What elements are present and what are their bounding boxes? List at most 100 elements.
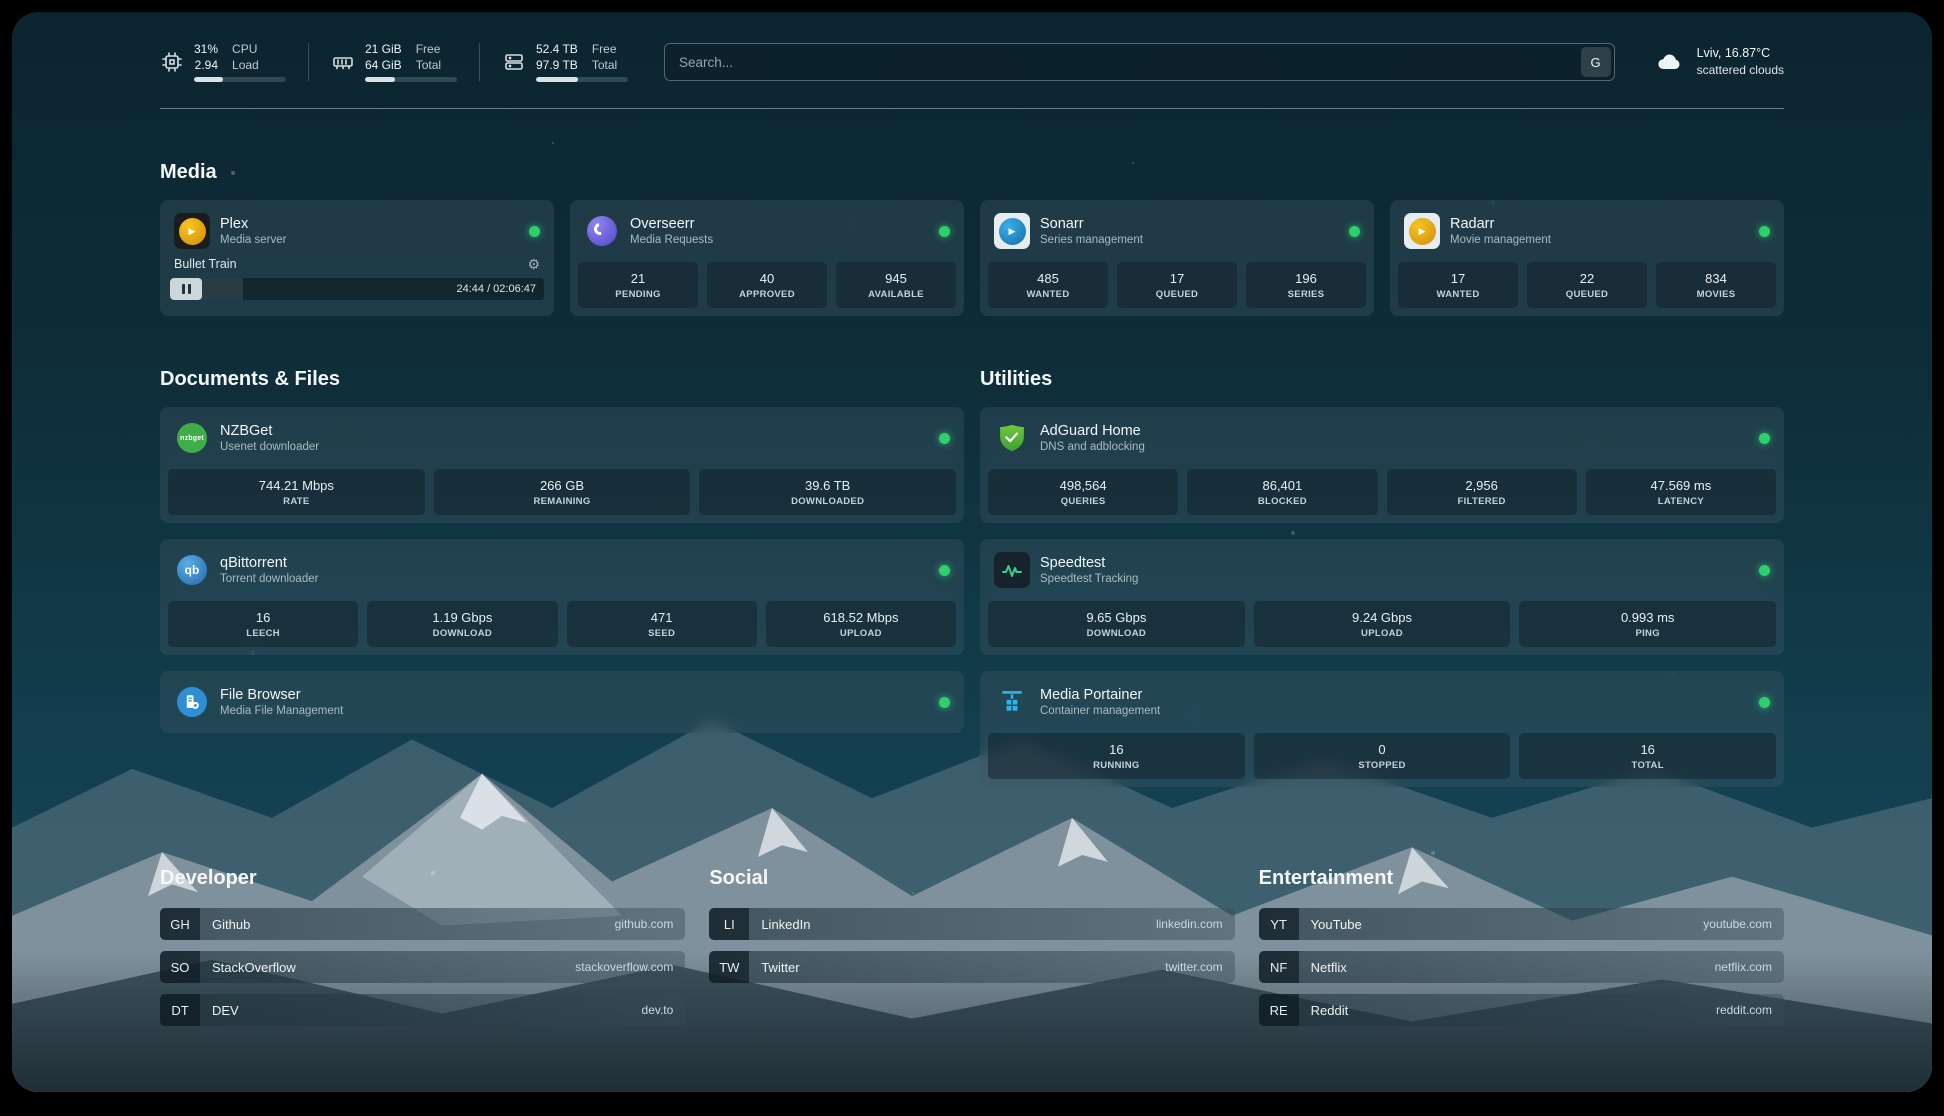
bookmark-reddit[interactable]: RE Reddit reddit.com (1259, 994, 1784, 1026)
search-bar: G (664, 43, 1615, 81)
nzbget-icon[interactable]: nzbget (174, 420, 210, 456)
service-desc-qbittorrent: Torrent downloader (220, 573, 318, 585)
bookmark-name: StackOverflow (200, 960, 296, 975)
service-desc-nzbget: Usenet downloader (220, 441, 319, 453)
stat-queued: 17 QUEUED (1117, 262, 1237, 308)
service-name-portainer[interactable]: Media Portainer (1040, 687, 1160, 703)
bookmark-twitter[interactable]: TW Twitter twitter.com (709, 951, 1234, 983)
stat-seed: 471 SEED (567, 601, 757, 647)
service-name-adguard[interactable]: AdGuard Home (1040, 423, 1145, 439)
status-dot (529, 226, 540, 237)
service-card-overseerr: Overseerr Media Requests 21 PENDING 40 A… (570, 200, 964, 316)
bookmark-stackoverflow[interactable]: SO StackOverflow stackoverflow.com (160, 951, 685, 983)
bookmark-abbr: RE (1259, 994, 1299, 1026)
service-name-nzbget[interactable]: NZBGet (220, 423, 319, 439)
stat-stopped: 0 STOPPED (1254, 733, 1511, 779)
service-name-plex[interactable]: Plex (220, 216, 286, 232)
bookmark-abbr: TW (709, 951, 749, 983)
memory-progress-track (365, 77, 457, 82)
stat-upload: 618.52 Mbps UPLOAD (766, 601, 956, 647)
radarr-icon[interactable]: ▶ (1404, 213, 1440, 249)
bookmark-abbr: SO (160, 951, 200, 983)
bookmark-group-developer: Developer GH Github github.com SO StackO… (160, 811, 685, 1037)
gear-icon[interactable]: ⚙ (527, 257, 540, 271)
cpu-icon (160, 50, 184, 74)
disk-icon (502, 50, 526, 74)
disk-widget: 52.4 TB 97.9 TB Free Total (502, 42, 628, 82)
service-desc-portainer: Container management (1040, 705, 1160, 717)
adguard-icon[interactable] (994, 420, 1030, 456)
service-name-sonarr[interactable]: Sonarr (1040, 216, 1143, 232)
topbar-divider (308, 43, 309, 81)
weather-widget: Lviv, 16.87°C scattered clouds (1651, 45, 1784, 79)
stat-series: 196 SERIES (1246, 262, 1366, 308)
top-bar: 31% 2.94 CPU Load (12, 12, 1932, 82)
memory-progress-fill (365, 77, 395, 82)
speedtest-icon[interactable] (994, 552, 1030, 588)
stat-latency: 47.569 ms LATENCY (1586, 469, 1776, 515)
overseerr-icon[interactable] (584, 213, 620, 249)
bookmark-url: reddit.com (1716, 1003, 1784, 1017)
bookmark-name: LinkedIn (749, 917, 810, 932)
section-title-developer: Developer (160, 867, 685, 890)
disk-progress-fill (536, 77, 578, 82)
bookmark-linkedin[interactable]: LI LinkedIn linkedin.com (709, 908, 1234, 940)
bookmark-name: Twitter (749, 960, 799, 975)
service-name-filebrowser[interactable]: File Browser (220, 687, 343, 703)
stat-total: 16 TOTAL (1519, 733, 1776, 779)
status-dot (939, 433, 950, 444)
service-name-speedtest[interactable]: Speedtest (1040, 555, 1138, 571)
cpu-load-label: Load (232, 58, 259, 74)
bookmark-youtube[interactable]: YT YouTube youtube.com (1259, 908, 1784, 940)
portainer-icon[interactable] (994, 684, 1030, 720)
cpu-widget: 31% 2.94 CPU Load (160, 42, 286, 82)
bookmark-group-entertainment: Entertainment YT YouTube youtube.com NF … (1259, 811, 1784, 1037)
service-name-overseerr[interactable]: Overseerr (630, 216, 713, 232)
stat-pending: 21 PENDING (578, 262, 698, 308)
qbittorrent-logo-text: qb (177, 555, 207, 585)
stat-movies: 834 MOVIES (1656, 262, 1776, 308)
stat-wanted: 17 WANTED (1398, 262, 1518, 308)
bookmark-name: DEV (200, 1003, 239, 1018)
stat-approved: 40 APPROVED (707, 262, 827, 308)
stat-rate: 744.21 Mbps RATE (168, 469, 425, 515)
plex-icon[interactable]: ▶ (174, 213, 210, 249)
memory-free-label: Free (416, 42, 441, 58)
bookmark-abbr: DT (160, 994, 200, 1026)
service-card-radarr: ▶ Radarr Movie management 17 WANTED (1390, 200, 1784, 316)
service-name-qbittorrent[interactable]: qBittorrent (220, 555, 318, 571)
status-dot (1759, 697, 1770, 708)
stat-download: 9.65 Gbps DOWNLOAD (988, 601, 1245, 647)
bookmark-github[interactable]: GH Github github.com (160, 908, 685, 940)
bookmark-url: github.com (615, 917, 686, 931)
stat-running: 16 RUNNING (988, 733, 1245, 779)
cpu-load: 2.94 (195, 58, 218, 74)
search-provider-button[interactable]: G (1581, 47, 1611, 77)
bookmark-name: Netflix (1299, 960, 1347, 975)
stat-blocked: 86,401 BLOCKED (1187, 469, 1377, 515)
cpu-progress-fill (194, 77, 223, 82)
qbittorrent-icon[interactable]: qb (174, 552, 210, 588)
weather-condition: scattered clouds (1697, 62, 1784, 79)
status-dot (1349, 226, 1360, 237)
memory-total-label: Total (416, 58, 441, 74)
bookmark-netflix[interactable]: NF Netflix netflix.com (1259, 951, 1784, 983)
disk-total-label: Total (592, 58, 617, 74)
sonarr-icon[interactable]: ▶ (994, 213, 1030, 249)
service-desc-sonarr: Series management (1040, 234, 1143, 246)
bookmark-dev[interactable]: DT DEV dev.to (160, 994, 685, 1026)
plex-progress-bar[interactable]: 24:44 / 02:06:47 (170, 278, 544, 300)
service-card-adguard: AdGuard Home DNS and adblocking 498,564 … (980, 407, 1784, 523)
pause-button[interactable] (170, 278, 202, 300)
search-input[interactable] (664, 43, 1615, 81)
filebrowser-icon[interactable] (174, 684, 210, 720)
service-desc-filebrowser: Media File Management (220, 705, 343, 717)
bookmark-name: Reddit (1299, 1003, 1349, 1018)
status-dot (1759, 565, 1770, 576)
service-name-radarr[interactable]: Radarr (1450, 216, 1551, 232)
plex-play-glyph: ▶ (179, 218, 206, 245)
section-title-utilities: Utilities (980, 368, 1784, 391)
disk-free: 52.4 TB (536, 42, 578, 58)
header-divider (160, 108, 1784, 109)
stat-download: 1.19 Gbps DOWNLOAD (367, 601, 557, 647)
